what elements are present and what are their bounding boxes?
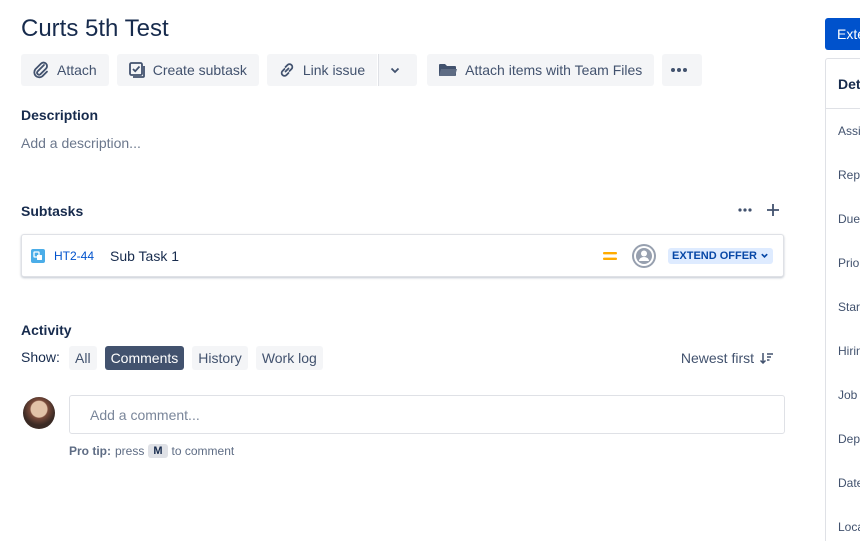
issue-title[interactable]: Curts 5th Test: [21, 15, 169, 43]
filter-work-log[interactable]: Work log: [255, 346, 323, 370]
field-label-department: Depa: [838, 432, 860, 446]
field-label-date: Date: [838, 476, 860, 490]
subtask-key-link[interactable]: HT2-44: [54, 249, 110, 263]
subtasks-heading: Subtasks: [21, 203, 84, 219]
status-label: EXTEND OFFER: [672, 249, 757, 262]
pro-tip-prefix: Pro tip:: [69, 444, 111, 458]
field-label-priority: Prior: [838, 256, 860, 270]
more-horizontal-icon: [738, 208, 752, 212]
details-panel: Det Assig Repo Due Prior Start Hirin Job…: [825, 58, 860, 541]
link-issue-dropdown[interactable]: [378, 54, 418, 86]
field-label-assignee: Assig: [838, 124, 860, 138]
team-files-button[interactable]: Attach items with Team Files: [427, 54, 655, 86]
issue-toolbar: Attach Create subtask Link issue Attach …: [21, 54, 703, 86]
filter-history[interactable]: History: [192, 346, 248, 370]
user-avatar: [23, 397, 55, 429]
field-label-reporter: Repo: [838, 168, 860, 182]
subtask-type-icon: [31, 248, 45, 263]
team-files-label: Attach items with Team Files: [465, 62, 643, 78]
pro-tip: Pro tip: press M to comment: [69, 444, 234, 458]
subtask-icon: [128, 62, 145, 78]
add-subtask-button[interactable]: [766, 203, 780, 217]
link-icon: [280, 63, 294, 77]
field-label-due: Due: [838, 212, 860, 226]
create-subtask-button[interactable]: Create subtask: [116, 54, 259, 86]
description-field[interactable]: Add a description...: [21, 135, 141, 151]
field-label-hiring: Hirin: [838, 344, 860, 358]
folder-icon: [439, 64, 458, 76]
sort-descending-icon: [760, 353, 773, 364]
field-label-job: Job r: [838, 388, 860, 402]
unassigned-avatar-icon[interactable]: [632, 243, 657, 268]
sort-label: Newest first: [680, 350, 754, 366]
paperclip-icon: [33, 61, 48, 79]
attach-label: Attach: [57, 62, 97, 78]
subtask-summary[interactable]: Sub Task 1: [110, 248, 602, 264]
pro-tip-suffix: to comment: [171, 444, 235, 458]
comment-input[interactable]: Add a comment...: [69, 395, 785, 434]
more-actions-button[interactable]: [662, 54, 703, 86]
activity-heading: Activity: [21, 322, 72, 338]
filter-comments[interactable]: Comments: [104, 346, 185, 370]
link-issue-button[interactable]: Link issue: [266, 54, 378, 86]
sort-button[interactable]: Newest first: [681, 350, 774, 366]
subtask-actions: [738, 203, 780, 217]
more-horizontal-icon: [671, 68, 688, 72]
extend-offer-button[interactable]: Exte: [825, 18, 860, 50]
field-label-start: Start: [838, 300, 860, 314]
show-label: Show:: [21, 349, 60, 365]
pro-tip-press: press: [115, 444, 145, 458]
activity-filters: All Comments History Work log: [69, 346, 323, 370]
field-label-location: Loca: [838, 520, 860, 534]
create-subtask-label: Create subtask: [152, 62, 247, 78]
filter-all[interactable]: All: [69, 346, 97, 370]
subtask-row[interactable]: HT2-44 Sub Task 1 EXTEND OFFER: [21, 234, 784, 277]
subtask-more-button[interactable]: [738, 208, 752, 212]
link-issue-label: Link issue: [302, 62, 366, 78]
chevron-down-icon: [391, 67, 400, 74]
description-heading: Description: [21, 107, 99, 123]
medium-priority-icon: [602, 250, 618, 262]
chevron-down-icon: [761, 253, 768, 258]
status-dropdown[interactable]: EXTEND OFFER: [668, 247, 773, 264]
attach-button[interactable]: Attach: [21, 54, 109, 86]
details-heading[interactable]: Det: [826, 59, 860, 109]
shortcut-key: M: [148, 444, 168, 458]
plus-icon: [767, 204, 779, 216]
